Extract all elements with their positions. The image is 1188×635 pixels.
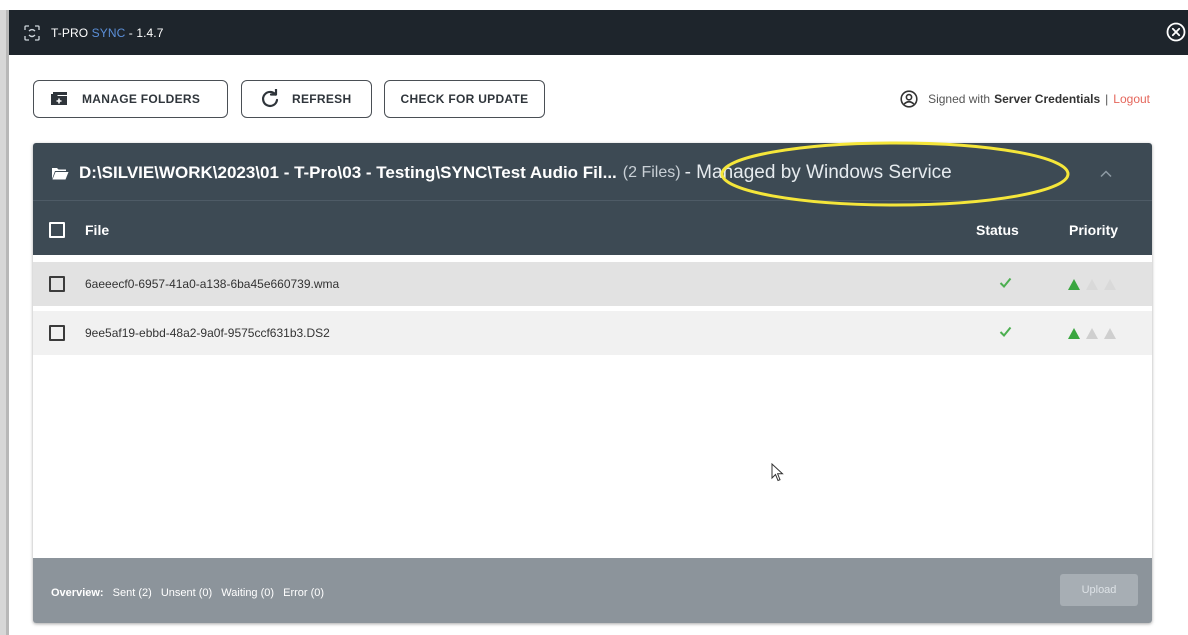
window-top-margin [0,0,1188,10]
overview-label: Overview: [51,587,104,599]
priority-selector[interactable] [1067,327,1117,340]
error-count: Error (0) [283,587,325,599]
manage-folders-label: MANAGE FOLDERS [82,92,201,106]
chevron-up-icon [1100,170,1112,178]
file-name: 9ee5af19-ebbd-48a2-9a0f-9575ccf631b3.DS2 [85,326,330,340]
folder-path: D:\SILVIE\WORK\2023\01 - T-Pro\03 - Test… [79,163,617,182]
waiting-count: Waiting (0) [221,587,275,599]
collapse-button[interactable] [1100,165,1112,183]
priority-selector[interactable] [1067,278,1117,291]
folder-add-icon [50,91,70,107]
header-divider [33,200,1152,201]
logout-link[interactable]: Logout [1113,92,1150,106]
folder-file-count: (2 Files) [622,164,681,181]
overview-summary: Overview: Sent (2) Unsent (0) Waiting (0… [51,587,324,599]
sent-count: Sent (2) [112,587,152,599]
priority-triangle-icon[interactable] [1067,278,1081,291]
checkmark-icon [999,277,1012,291]
priority-triangle-icon[interactable] [1085,278,1099,291]
title-accent: SYNC [91,25,126,40]
priority-triangle-icon[interactable] [1067,327,1081,340]
folder-open-icon [51,166,69,181]
file-name: 6aeeecf0-6957-41a0-a138-6ba45e660739.wma [85,277,340,291]
priority-triangle-icon[interactable] [1103,327,1117,340]
row-checkbox[interactable] [49,325,65,341]
app-logo-icon [23,23,43,43]
refresh-icon [260,89,280,109]
select-all-checkbox[interactable] [49,222,65,238]
checkmark-icon [999,326,1012,340]
folder-panel: D:\SILVIE\WORK\2023\01 - T-Pro\03 - Test… [33,143,1152,623]
folder-panel-header: D:\SILVIE\WORK\2023\01 - T-Pro\03 - Test… [33,143,1152,255]
priority-triangle-icon[interactable] [1085,327,1099,340]
close-button[interactable] [1166,22,1186,42]
upload-button[interactable]: Upload [1060,574,1138,606]
priority-triangle-icon[interactable] [1103,278,1117,291]
column-file[interactable]: File [85,222,109,238]
column-header-row: File Status Priority [33,215,1152,245]
title-version: - 1.4.7 [125,25,164,40]
title-prefix: T-PRO [51,25,89,40]
manage-folders-button[interactable]: MANAGE FOLDERS [33,80,228,118]
mouse-cursor-icon [771,463,784,482]
signin-status: Signed with Server Credentials | Logout [900,90,1150,108]
window-left-border [0,10,9,635]
signin-prefix: Signed with [928,92,991,106]
column-status[interactable]: Status [976,222,1019,238]
signin-credential: Server Credentials [994,92,1101,106]
check-for-update-button[interactable]: CHECK FOR UPDATE [384,80,545,118]
file-row[interactable]: 9ee5af19-ebbd-48a2-9a0f-9575ccf631b3.DS2 [33,311,1152,355]
user-circle-icon [900,90,918,108]
title-bar: T-PRO SYNC - 1.4.7 [9,10,1188,55]
close-circle-icon [1166,22,1186,42]
check-for-update-label: CHECK FOR UPDATE [400,92,529,106]
column-priority[interactable]: Priority [1069,222,1118,238]
window-title: T-PRO SYNC - 1.4.7 [51,26,164,40]
row-checkbox[interactable] [49,276,65,292]
file-row[interactable]: 6aeeecf0-6957-41a0-a138-6ba45e660739.wma [33,262,1152,306]
folder-path-row: D:\SILVIE\WORK\2023\01 - T-Pro\03 - Test… [51,158,952,188]
overview-footer: Overview: Sent (2) Unsent (0) Waiting (0… [33,558,1152,623]
refresh-button[interactable]: REFRESH [241,80,372,118]
signin-separator: | [1105,92,1109,106]
managed-by-label: - Managed by Windows Service [684,162,952,183]
unsent-count: Unsent (0) [160,587,213,599]
refresh-label: REFRESH [292,92,352,106]
